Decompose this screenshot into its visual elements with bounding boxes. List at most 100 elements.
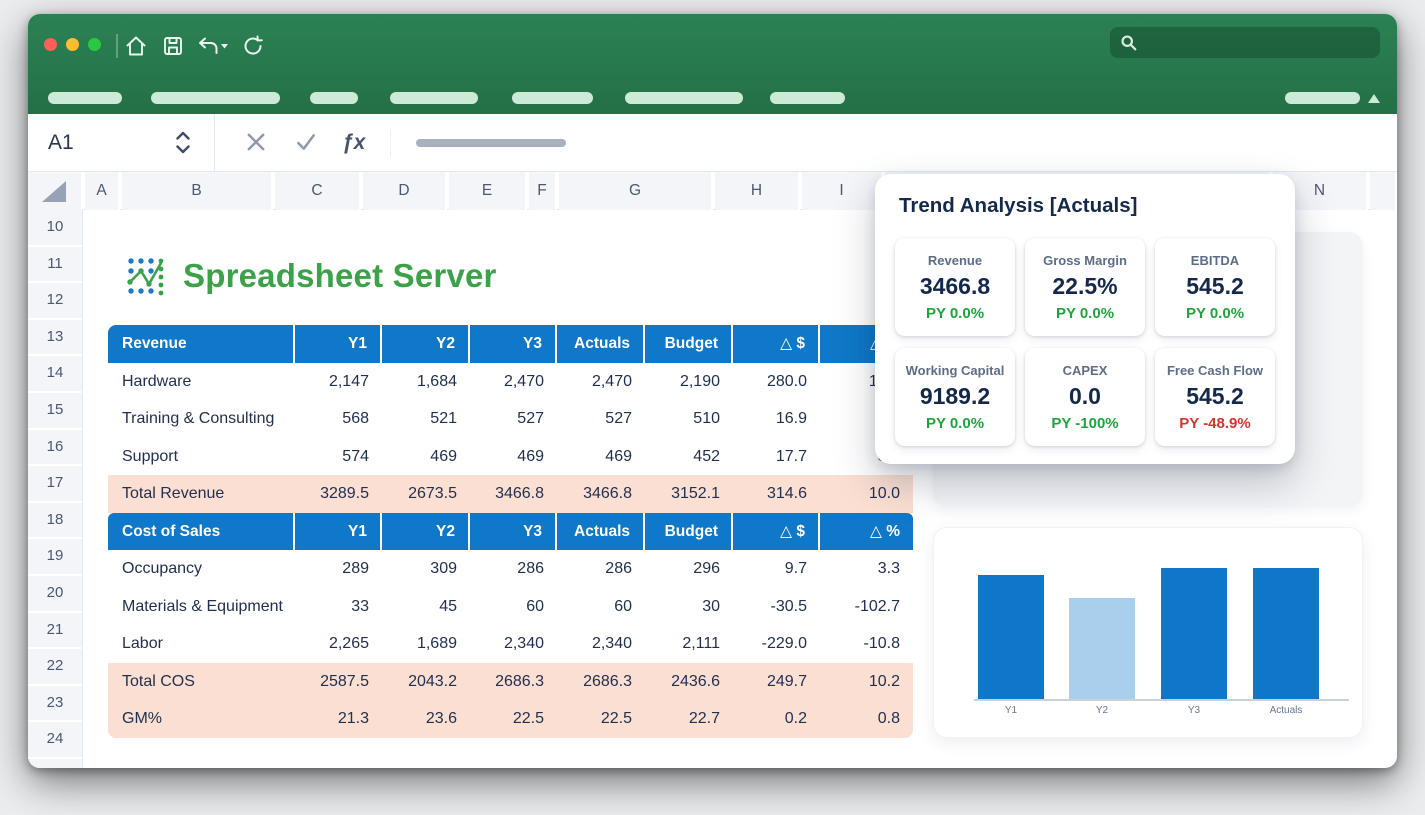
row-label-cell[interactable]: Labor — [108, 625, 295, 663]
value-cell[interactable]: 2,147 — [295, 363, 382, 401]
row-header-25[interactable]: 25 — [28, 759, 82, 768]
formula-input[interactable] — [416, 139, 566, 147]
column-header-B[interactable]: B — [122, 172, 273, 210]
home-button[interactable] — [124, 33, 152, 59]
value-cell[interactable]: 527 — [557, 400, 645, 438]
select-all-button[interactable] — [28, 172, 83, 210]
row-label-cell[interactable]: Hardware — [108, 363, 295, 401]
value-cell[interactable]: 9.7 — [733, 550, 820, 588]
column-title-cell[interactable]: Y3 — [470, 325, 557, 363]
ribbon-tab-placeholder[interactable] — [48, 92, 122, 104]
column-header-H[interactable]: H — [715, 172, 800, 210]
value-cell[interactable]: 2,470 — [557, 363, 645, 401]
value-cell[interactable]: 22.5 — [557, 700, 645, 738]
ribbon-collapse-icon[interactable] — [1368, 94, 1380, 103]
value-cell[interactable]: 568 — [295, 400, 382, 438]
column-header-D[interactable]: D — [363, 172, 447, 210]
column-header-A[interactable]: A — [85, 172, 120, 210]
refresh-button[interactable] — [241, 33, 269, 59]
row-header-23[interactable]: 23 — [28, 686, 82, 723]
search-box[interactable] — [1110, 27, 1380, 58]
value-cell[interactable]: 469 — [470, 438, 557, 476]
value-cell[interactable]: 0.2 — [733, 700, 820, 738]
value-cell[interactable]: 469 — [382, 438, 470, 476]
column-header-I[interactable]: I — [802, 172, 883, 210]
row-label-cell[interactable]: Occupancy — [108, 550, 295, 588]
column-header-blank[interactable] — [1370, 172, 1397, 210]
value-cell[interactable]: 469 — [557, 438, 645, 476]
row-header-22[interactable]: 22 — [28, 649, 82, 686]
value-cell[interactable]: 2,340 — [557, 625, 645, 663]
column-title-cell[interactable]: Y2 — [382, 513, 470, 551]
row-label-cell[interactable]: Total COS — [108, 663, 295, 701]
value-cell[interactable]: -229.0 — [733, 625, 820, 663]
ribbon-tab-placeholder[interactable] — [625, 92, 743, 104]
ribbon-tab-placeholder[interactable] — [1285, 92, 1360, 104]
value-cell[interactable]: 2,470 — [470, 363, 557, 401]
row-header-19[interactable]: 19 — [28, 539, 82, 576]
value-cell[interactable]: 3289.5 — [295, 475, 382, 513]
maximize-button[interactable] — [88, 38, 101, 51]
column-title-cell[interactable]: Y2 — [382, 325, 470, 363]
value-cell[interactable]: 10.2 — [820, 663, 913, 701]
value-cell[interactable]: 2,190 — [645, 363, 733, 401]
value-cell[interactable]: 3466.8 — [470, 475, 557, 513]
cancel-button[interactable] — [244, 131, 268, 155]
ribbon-tab-placeholder[interactable] — [310, 92, 358, 104]
value-cell[interactable]: 289 — [295, 550, 382, 588]
name-box[interactable]: A1 — [48, 114, 74, 172]
value-cell[interactable]: 249.7 — [733, 663, 820, 701]
row-header-24[interactable]: 24 — [28, 722, 82, 759]
row-header-16[interactable]: 16 — [28, 430, 82, 467]
save-button[interactable] — [161, 33, 189, 59]
value-cell[interactable]: 280.0 — [733, 363, 820, 401]
value-cell[interactable]: 2,111 — [645, 625, 733, 663]
row-label-cell[interactable]: Support — [108, 438, 295, 476]
column-title-cell[interactable]: △ $ — [733, 513, 820, 551]
row-header-17[interactable]: 17 — [28, 466, 82, 503]
value-cell[interactable]: 21.3 — [295, 700, 382, 738]
value-cell[interactable]: 23.6 — [382, 700, 470, 738]
value-cell[interactable]: 286 — [470, 550, 557, 588]
column-title-cell[interactable]: Y3 — [470, 513, 557, 551]
section-title-cell[interactable]: Cost of Sales — [108, 513, 295, 551]
search-input[interactable] — [1145, 34, 1370, 51]
row-label-cell[interactable]: Materials & Equipment — [108, 588, 295, 626]
column-header-G[interactable]: G — [559, 172, 713, 210]
row-label-cell[interactable]: Total Revenue — [108, 475, 295, 513]
value-cell[interactable]: 45 — [382, 588, 470, 626]
value-cell[interactable]: 3466.8 — [557, 475, 645, 513]
value-cell[interactable]: 3.3 — [820, 550, 913, 588]
value-cell[interactable]: 22.5 — [470, 700, 557, 738]
value-cell[interactable]: 296 — [645, 550, 733, 588]
value-cell[interactable]: 1,684 — [382, 363, 470, 401]
row-header-18[interactable]: 18 — [28, 503, 82, 540]
ribbon-tab-placeholder[interactable] — [151, 92, 280, 104]
column-title-cell[interactable]: Budget — [645, 325, 733, 363]
value-cell[interactable]: 10.0 — [820, 475, 913, 513]
value-cell[interactable]: 510 — [645, 400, 733, 438]
value-cell[interactable]: -102.7 — [820, 588, 913, 626]
column-header-C[interactable]: C — [275, 172, 361, 210]
row-label-cell[interactable]: GM% — [108, 700, 295, 738]
value-cell[interactable]: 16.9 — [733, 400, 820, 438]
column-header-E[interactable]: E — [449, 172, 527, 210]
column-title-cell[interactable]: Budget — [645, 513, 733, 551]
column-title-cell[interactable]: △ $ — [733, 325, 820, 363]
value-cell[interactable]: 521 — [382, 400, 470, 438]
ribbon-tab-placeholder[interactable] — [512, 92, 593, 104]
value-cell[interactable]: 286 — [557, 550, 645, 588]
value-cell[interactable]: -30.5 — [733, 588, 820, 626]
section-title-cell[interactable]: Revenue — [108, 325, 295, 363]
row-header-21[interactable]: 21 — [28, 613, 82, 650]
row-header-11[interactable]: 11 — [28, 247, 82, 284]
row-header-13[interactable]: 13 — [28, 320, 82, 357]
value-cell[interactable]: 30 — [645, 588, 733, 626]
undo-button[interactable] — [196, 33, 230, 59]
name-box-stepper[interactable] — [176, 131, 190, 154]
value-cell[interactable]: 527 — [470, 400, 557, 438]
column-title-cell[interactable]: Y1 — [295, 513, 382, 551]
column-title-cell[interactable]: Y1 — [295, 325, 382, 363]
confirm-button[interactable] — [294, 131, 318, 155]
row-header-10[interactable]: 10 — [28, 210, 82, 247]
